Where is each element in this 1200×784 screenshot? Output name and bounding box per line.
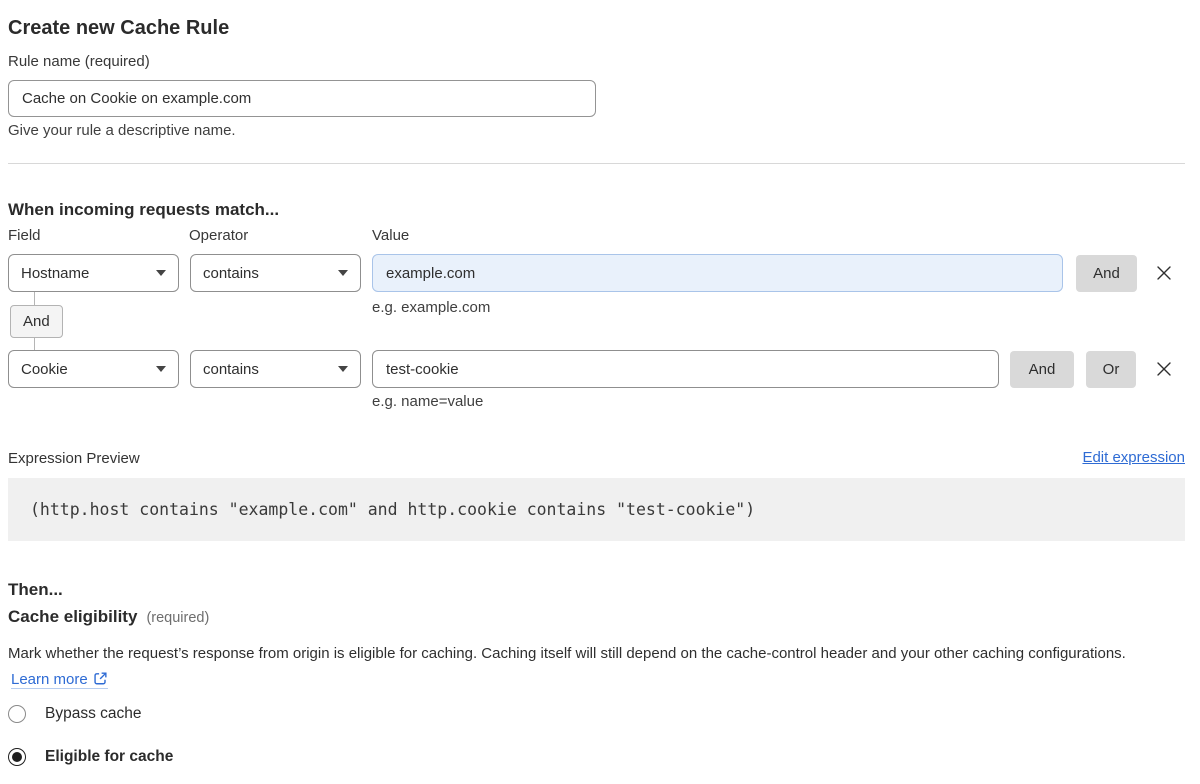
- column-label-value: Value: [372, 227, 409, 244]
- rule-name-input[interactable]: [8, 80, 596, 117]
- learn-more-label: Learn more: [11, 671, 88, 688]
- radio-option-bypass-cache[interactable]: Bypass cache: [8, 705, 142, 723]
- field-select-value: Cookie: [21, 361, 68, 378]
- chevron-down-icon: [156, 270, 166, 276]
- edit-expression-link[interactable]: Edit expression: [1082, 449, 1185, 466]
- learn-more-link[interactable]: Learn more: [11, 671, 108, 689]
- section-divider: [8, 163, 1185, 164]
- page-title: Create new Cache Rule: [8, 17, 229, 40]
- cache-eligibility-header: Cache eligibility (required): [8, 607, 209, 627]
- value-hint: e.g. name=value: [372, 393, 483, 410]
- then-heading: Then...: [8, 580, 63, 600]
- cache-eligibility-description: Mark whether the request’s response from…: [8, 641, 1165, 692]
- expression-code: (http.host contains "example.com" and ht…: [30, 500, 755, 519]
- or-button[interactable]: Or: [1086, 351, 1136, 388]
- field-select[interactable]: Hostname: [8, 254, 179, 292]
- remove-condition-button[interactable]: [1153, 262, 1175, 284]
- and-button[interactable]: And: [1010, 351, 1074, 388]
- connector-line: [34, 292, 35, 306]
- field-select[interactable]: Cookie: [8, 350, 179, 388]
- connector-line: [34, 338, 35, 350]
- required-tag: (required): [146, 610, 209, 626]
- column-label-operator: Operator: [189, 227, 248, 244]
- operator-select[interactable]: contains: [190, 254, 361, 292]
- and-button[interactable]: And: [1076, 255, 1137, 292]
- radio-option-label: Eligible for cache: [45, 748, 173, 766]
- cache-eligibility-title: Cache eligibility: [8, 607, 137, 627]
- external-link-icon: [93, 671, 108, 686]
- chevron-down-icon: [156, 366, 166, 372]
- x-icon: [1153, 358, 1175, 380]
- operator-select-value: contains: [203, 265, 259, 282]
- x-icon: [1153, 262, 1175, 284]
- radio-option-eligible-for-cache[interactable]: Eligible for cache: [8, 748, 173, 766]
- value-input[interactable]: [372, 350, 999, 388]
- radio-button: [8, 705, 26, 723]
- operator-select[interactable]: contains: [190, 350, 361, 388]
- chevron-down-icon: [338, 270, 348, 276]
- match-heading: When incoming requests match...: [8, 200, 279, 220]
- expression-code-block: (http.host contains "example.com" and ht…: [8, 478, 1185, 541]
- radio-option-label: Bypass cache: [45, 705, 142, 723]
- column-label-field: Field: [8, 227, 41, 244]
- chevron-down-icon: [338, 366, 348, 372]
- value-input[interactable]: [372, 254, 1063, 292]
- value-hint: e.g. example.com: [372, 299, 490, 316]
- expression-preview-label: Expression Preview: [8, 450, 140, 467]
- create-cache-rule-page: Create new Cache Rule Rule name (require…: [0, 0, 1200, 784]
- field-select-value: Hostname: [21, 265, 89, 282]
- description-text: Mark whether the request’s response from…: [8, 645, 1126, 662]
- remove-condition-button[interactable]: [1153, 358, 1175, 380]
- operator-select-value: contains: [203, 361, 259, 378]
- rule-name-helper: Give your rule a descriptive name.: [8, 122, 236, 139]
- and-connector-button[interactable]: And: [10, 305, 63, 338]
- radio-button: [8, 748, 26, 766]
- rule-name-label: Rule name (required): [8, 53, 150, 70]
